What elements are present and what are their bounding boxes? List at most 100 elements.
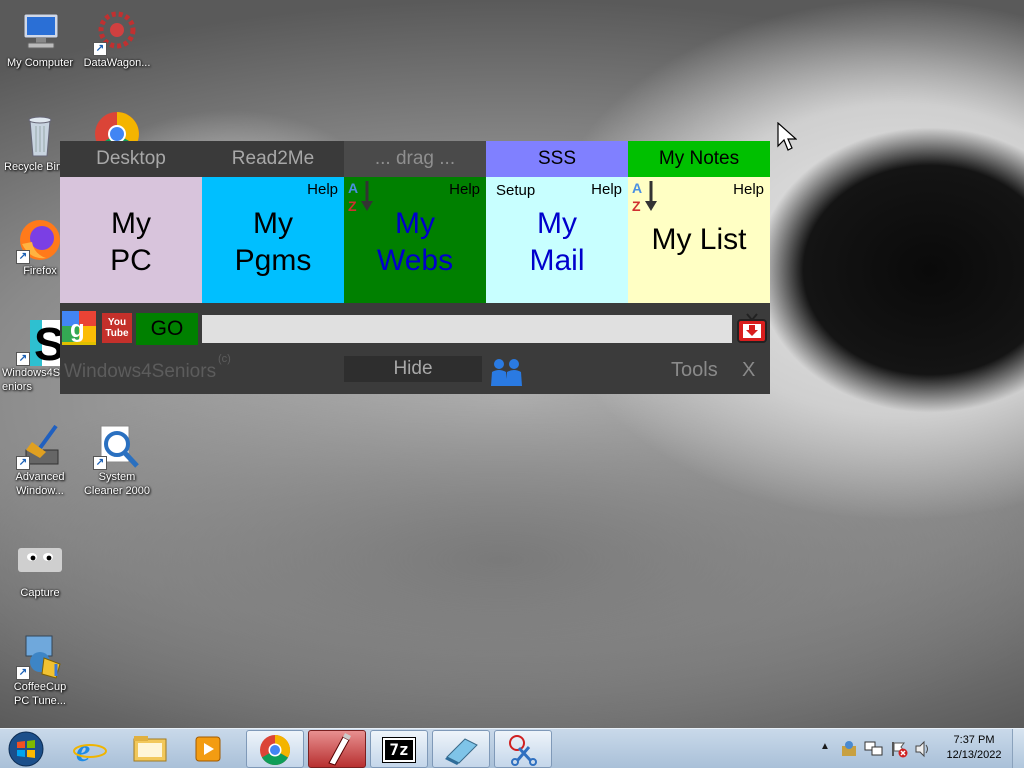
svg-text:g: g bbox=[70, 316, 85, 342]
taskbar-paint-app[interactable] bbox=[308, 730, 366, 768]
desktop-icon-coffeecup[interactable]: ↗ CoffeeCup PC Tune... bbox=[0, 632, 80, 708]
tab-desktop[interactable]: Desktop bbox=[60, 141, 202, 177]
taskbar-chrome[interactable] bbox=[246, 730, 304, 768]
windows4seniors-icon: S ↗ bbox=[16, 318, 65, 370]
panel-tiles: My PC Help My Pgms A Z Help My Webs Setu… bbox=[60, 177, 770, 303]
go-button[interactable]: GO bbox=[136, 313, 198, 345]
people-icon[interactable] bbox=[487, 356, 527, 388]
tab-drag-handle[interactable]: ... drag ... bbox=[344, 141, 486, 177]
close-button[interactable]: X bbox=[742, 359, 755, 382]
chrome-icon bbox=[95, 112, 139, 142]
shortcut-arrow-icon: ↗ bbox=[16, 456, 30, 470]
tile-line2: PC bbox=[110, 244, 152, 277]
desktop-icon-label: Windows4Seniors bbox=[2, 367, 61, 393]
tile-line1: My bbox=[111, 207, 151, 240]
chrome-desktop-icon[interactable] bbox=[93, 110, 141, 142]
tile-label: My List bbox=[651, 223, 747, 256]
setup-link[interactable]: Setup bbox=[496, 182, 535, 199]
shortcut-arrow-icon: ↗ bbox=[16, 352, 30, 366]
tray-network-icon[interactable] bbox=[864, 740, 884, 758]
desktop-icon-capture[interactable]: Capture bbox=[0, 538, 80, 600]
notepad-app-icon bbox=[445, 738, 478, 765]
tools-button[interactable]: Tools bbox=[671, 359, 718, 382]
hide-button[interactable]: Hide bbox=[344, 356, 482, 382]
tile-my-pc[interactable]: My PC bbox=[60, 177, 202, 303]
windows4seniors-panel: Desktop Read2Me ... drag ... SSS My Note… bbox=[60, 141, 770, 394]
svg-text:e: e bbox=[76, 732, 90, 767]
tray-clock[interactable]: 7:37 PM 12/13/2022 bbox=[938, 733, 1010, 765]
help-link[interactable]: Help bbox=[307, 181, 338, 198]
tile-line1: My bbox=[395, 207, 435, 240]
taskbar-snipping-tool[interactable] bbox=[494, 730, 552, 768]
desktop-icon-my-computer[interactable]: My Computer bbox=[0, 8, 80, 70]
desktop-icon-label: My Computer bbox=[6, 57, 74, 69]
desktop-icon-advanced-windows[interactable]: ↗ Advanced Window... bbox=[0, 422, 80, 498]
tile-line2: Webs bbox=[376, 244, 454, 277]
help-link[interactable]: Help bbox=[733, 181, 764, 198]
media-player-icon bbox=[195, 736, 221, 762]
youtube-button[interactable]: You Tube bbox=[102, 313, 132, 343]
google-icon: g bbox=[62, 311, 96, 343]
tile-my-pgms[interactable]: Help My Pgms bbox=[202, 177, 344, 303]
taskbar-ie[interactable]: e bbox=[62, 731, 118, 768]
tile-line1: My bbox=[537, 207, 577, 240]
capture-icon bbox=[16, 538, 64, 586]
svg-text:Z: Z bbox=[632, 198, 641, 213]
mouse-cursor-icon bbox=[777, 122, 797, 151]
chrome-icon bbox=[260, 735, 291, 766]
sort-az-icon[interactable]: A Z bbox=[632, 179, 660, 213]
help-link[interactable]: Help bbox=[591, 181, 622, 198]
tv-download-button[interactable] bbox=[736, 311, 768, 345]
tab-my-notes[interactable]: My Notes bbox=[628, 141, 770, 177]
youtube-icon: You Tube bbox=[105, 317, 129, 339]
help-link[interactable]: Help bbox=[449, 181, 480, 198]
file-explorer-icon bbox=[133, 736, 167, 762]
svg-text:A: A bbox=[348, 180, 358, 196]
shortcut-arrow-icon: ↗ bbox=[16, 250, 30, 264]
show-hidden-icons-button[interactable]: ▲ bbox=[818, 741, 832, 757]
system-cleaner-icon: ↗ bbox=[93, 422, 141, 470]
taskbar: e 7z ▲ 7:37 PM 12/13/2022 bbox=[0, 728, 1024, 768]
datawagon-icon: ↗ bbox=[93, 8, 141, 56]
clock-time: 7:37 PM bbox=[953, 734, 995, 746]
desktop-icon-label: CoffeeCup PC Tune... bbox=[13, 681, 67, 707]
7zip-icon: 7z bbox=[382, 737, 416, 763]
computer-icon bbox=[16, 8, 64, 56]
tab-sss[interactable]: SSS bbox=[486, 141, 628, 177]
panel-tab-row: Desktop Read2Me ... drag ... SSS My Note… bbox=[60, 141, 770, 177]
tray-volume-icon[interactable] bbox=[914, 740, 932, 758]
google-search-button[interactable]: g bbox=[62, 311, 96, 345]
panel-bottom-row: Windows4Seniors (c) Hide Tools X bbox=[60, 347, 770, 394]
clock-date: 12/13/2022 bbox=[946, 749, 1002, 761]
snipping-tool-icon bbox=[509, 735, 537, 766]
desktop-icon-label: Capture bbox=[20, 587, 60, 599]
tab-read2me[interactable]: Read2Me bbox=[202, 141, 344, 177]
tile-line2: Pgms bbox=[234, 244, 312, 277]
internet-explorer-icon: e bbox=[73, 732, 107, 768]
brand-label: Windows4Seniors bbox=[64, 361, 217, 382]
advanced-windows-icon: ↗ bbox=[16, 422, 64, 470]
svg-text:A: A bbox=[632, 180, 642, 196]
start-button[interactable] bbox=[4, 730, 48, 768]
shortcut-arrow-icon: ↗ bbox=[16, 666, 30, 680]
tile-my-list[interactable]: A Z Help My List bbox=[628, 177, 770, 303]
show-desktop-button[interactable] bbox=[1012, 729, 1024, 768]
search-input[interactable] bbox=[202, 315, 732, 343]
taskbar-notepad[interactable] bbox=[432, 730, 490, 768]
firefox-icon: ↗ bbox=[16, 216, 64, 264]
desktop-icon-datawagon[interactable]: ↗ DataWagon... bbox=[77, 8, 157, 70]
recycle-bin-icon bbox=[16, 112, 64, 160]
desktop-icon-label: DataWagon... bbox=[83, 57, 151, 69]
tile-my-mail[interactable]: Setup Help My Mail bbox=[486, 177, 628, 303]
coffeecup-icon: ↗ bbox=[16, 632, 64, 680]
shortcut-arrow-icon: ↗ bbox=[93, 456, 107, 470]
taskbar-explorer[interactable] bbox=[122, 731, 178, 767]
taskbar-media-player[interactable] bbox=[182, 731, 238, 767]
tile-my-webs[interactable]: A Z Help My Webs bbox=[344, 177, 486, 303]
taskbar-7zip[interactable]: 7z bbox=[370, 730, 428, 768]
paint-app-icon bbox=[328, 733, 351, 766]
tray-app-icon[interactable] bbox=[840, 740, 858, 758]
tray-action-center-icon[interactable] bbox=[890, 740, 908, 758]
desktop-icon-system-cleaner[interactable]: ↗ System Cleaner 2000 bbox=[77, 422, 157, 498]
desktop-icon-label: Advanced Window... bbox=[15, 471, 65, 497]
